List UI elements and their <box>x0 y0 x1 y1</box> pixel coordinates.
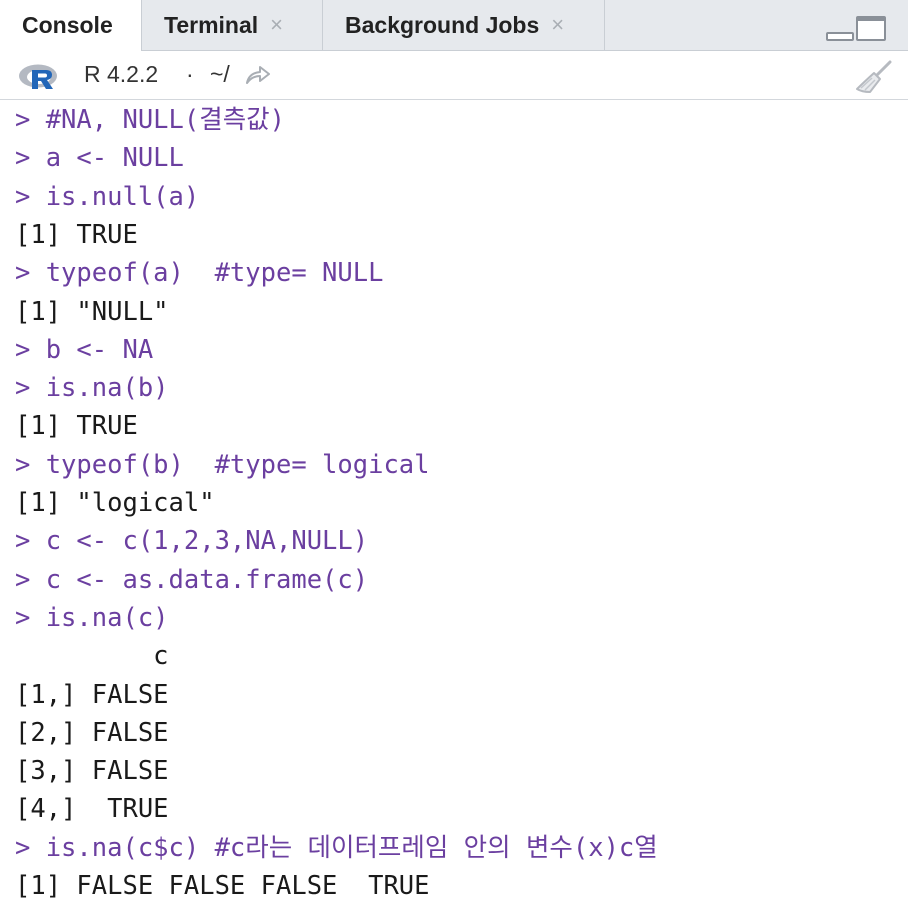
console-command-line: > is.null(a) <box>15 181 200 212</box>
console-output-line: [1,] FALSE <box>15 679 169 710</box>
clear-console-broom-icon[interactable] <box>854 59 894 95</box>
console-output-line: [2,] FALSE <box>15 717 169 748</box>
console-command-line: > is.na(c$c) #c라는 데이터프레임 안의 변수(x)c열 <box>15 832 658 863</box>
console-command-line: > typeof(b) #type= logical <box>15 449 430 480</box>
console-toolbar: R 4.2.2 · ~/ <box>0 51 908 100</box>
tab-background-jobs[interactable]: Background Jobs × <box>324 0 605 50</box>
console-command-line: > #NA, NULL(결측값) <box>15 105 285 135</box>
tab-bar: Console Terminal × Background Jobs × <box>0 0 908 51</box>
close-icon[interactable]: × <box>270 12 283 38</box>
console-command-line: > c <- as.data.frame(c) <box>15 564 369 595</box>
console-output[interactable]: > #NA, NULL(결측값) > a <- NULL > is.null(a) [… <box>0 100 908 908</box>
tab-background-jobs-label: Background Jobs <box>345 11 540 38</box>
console-command-line: > is.na(c) <box>15 602 169 633</box>
minimize-pane-icon[interactable] <box>826 32 854 41</box>
tab-terminal[interactable]: Terminal × <box>143 0 323 50</box>
console-command-line: > c <- c(1,2,3,NA,NULL) <box>15 526 369 557</box>
r-logo-icon <box>19 64 57 89</box>
pane-window-controls <box>826 16 886 41</box>
r-version-label: R 4.2.2 <box>84 61 159 87</box>
working-directory: ~/ <box>210 61 230 87</box>
tab-console[interactable]: Console <box>0 0 142 51</box>
maximize-pane-icon[interactable] <box>856 16 886 41</box>
console-output-line: c <box>15 641 169 672</box>
console-command-line: > a <- NULL <box>15 143 184 174</box>
tab-console-label: Console <box>22 12 113 38</box>
close-icon[interactable]: × <box>551 12 564 38</box>
tab-terminal-label: Terminal <box>164 11 259 38</box>
console-output-line: [1] TRUE <box>15 219 138 250</box>
console-command-line: > typeof(a) #type= NULL <box>15 258 384 289</box>
console-command-line: > is.na(b) <box>15 373 169 404</box>
go-to-directory-icon[interactable] <box>244 63 272 87</box>
toolbar-separator: · <box>186 61 194 87</box>
console-output-line: [1] "logical" <box>15 488 215 518</box>
console-output-line: [1] "NULL" <box>15 296 169 327</box>
console-output-line: [1] TRUE <box>15 411 138 442</box>
console-output-line: [4,] TRUE <box>15 794 169 825</box>
console-output-line: [1] FALSE FALSE FALSE TRUE <box>15 871 430 901</box>
console-output-line: [3,] FALSE <box>15 756 169 787</box>
console-command-line: > b <- NA <box>15 334 154 365</box>
